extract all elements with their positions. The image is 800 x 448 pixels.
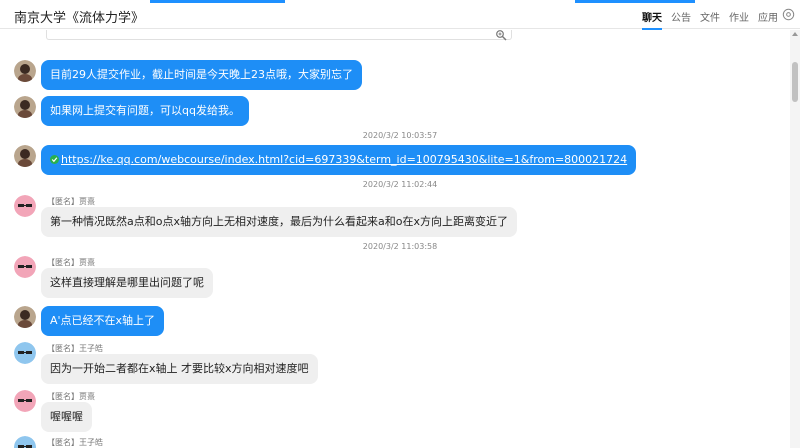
teacher-avatar[interactable] (14, 145, 36, 167)
check-icon (50, 155, 59, 164)
sender-name: 【匿名】贾熹 (47, 392, 95, 401)
message-bubble: 第一种情况既然a点和o点x轴方向上无相对速度，最后为什么看起来a和o在x方向上距… (41, 207, 517, 237)
student-avatar-pink[interactable] (14, 390, 36, 412)
tab-chat[interactable]: 聊天 (642, 9, 662, 30)
zoom-icon[interactable] (495, 30, 507, 41)
tab-announcements[interactable]: 公告 (671, 9, 691, 24)
header-tabs: 聊天 公告 文件 作业 应用 (642, 9, 778, 30)
message-timestamp: 2020/3/2 10:03:57 (362, 131, 438, 140)
group-title: 南京大学《流体力学》 (14, 11, 145, 26)
teacher-avatar[interactable] (14, 96, 36, 118)
tab-homework[interactable]: 作业 (729, 9, 749, 24)
course-link[interactable]: https://ke.qq.com/webcourse/index.html?c… (61, 153, 627, 166)
message-list[interactable]: 目前29人提交作业，截止时间是今天晚上23点哦，大家别忘了 如果网上提交有问题，… (0, 30, 790, 448)
sender-name: 【匿名】贾熹 (47, 197, 95, 206)
message-bubble: A'点已经不在x轴上了 (41, 306, 165, 336)
message-timestamp: 2020/3/2 11:03:58 (362, 242, 438, 251)
message-bubble: 目前29人提交作业，截止时间是今天晚上23点哦，大家别忘了 (41, 60, 362, 90)
chat-header: 南京大学《流体力学》 聊天 公告 文件 作业 应用 (0, 3, 800, 30)
student-avatar-pink[interactable] (14, 256, 36, 278)
sender-name: 【匿名】王子皓 (47, 438, 103, 447)
message-bubble: 喔喔喔 (41, 402, 92, 432)
message-bubble: 如果网上提交有问题，可以qq发给我。 (41, 96, 249, 126)
previous-message-card (46, 30, 512, 41)
message-timestamp: 2020/3/2 11:02:44 (362, 180, 438, 189)
message-bubble: https://ke.qq.com/webcourse/index.html?c… (41, 145, 637, 175)
settings-icon[interactable] (782, 8, 795, 21)
scroll-up-arrow-icon[interactable] (792, 32, 798, 36)
teacher-avatar[interactable] (14, 60, 36, 82)
sender-name: 【匿名】贾熹 (47, 258, 95, 267)
message-bubble: 这样直接理解是哪里出问题了呢 (41, 268, 213, 298)
message-scrollbar[interactable] (790, 30, 800, 448)
tab-files[interactable]: 文件 (700, 9, 720, 24)
teacher-avatar[interactable] (14, 306, 36, 328)
scrollbar-thumb[interactable] (792, 62, 798, 102)
student-avatar-blue[interactable] (14, 436, 36, 448)
tab-apps[interactable]: 应用 (758, 9, 778, 24)
student-avatar-pink[interactable] (14, 195, 36, 217)
sender-name: 【匿名】王子皓 (47, 344, 103, 353)
student-avatar-blue[interactable] (14, 342, 36, 364)
message-bubble: 因为一开始二者都在x轴上 才要比较x方向相对速度吧 (41, 354, 318, 384)
